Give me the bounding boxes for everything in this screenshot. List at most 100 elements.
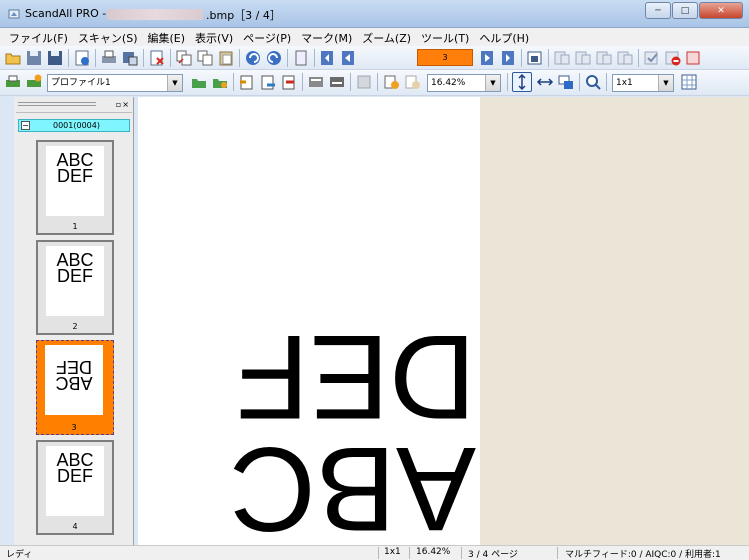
status-bar: レディ 1x1 16.42% 3 / 4 ページ マルチフィード:0 / AIQ… <box>0 545 749 560</box>
properties-icon[interactable] <box>73 49 91 67</box>
menu-help[interactable]: ヘルプ(H) <box>474 28 534 46</box>
split-icon[interactable] <box>307 73 325 91</box>
thumb-text-line2: DEF <box>57 166 93 186</box>
title-bar: ScandAll PRO - .bmp［3 / 4］ ─ □ ✕ <box>0 0 749 28</box>
zoom-select-value: 16.42% <box>431 78 466 88</box>
mark-icon-4[interactable] <box>616 49 634 67</box>
chevron-down-icon[interactable]: ▼ <box>167 75 182 91</box>
scan-to-folder-icon[interactable] <box>190 73 208 91</box>
copy-icon[interactable] <box>196 49 214 67</box>
ocr-icon[interactable] <box>355 73 373 91</box>
menu-scan[interactable]: スキャン(S) <box>73 28 143 46</box>
delete-page-icon[interactable] <box>148 49 166 67</box>
status-page: 3 / 4 ページ <box>468 550 518 560</box>
last-page-icon[interactable] <box>499 49 517 67</box>
scan-icon[interactable] <box>4 73 22 91</box>
merge-icon[interactable] <box>328 73 346 91</box>
zoom-in-page-icon[interactable] <box>382 73 400 91</box>
thumb-text-line1: ABC <box>55 373 93 393</box>
menu-page[interactable]: ページ(P) <box>238 28 296 46</box>
insert-page-icon[interactable] <box>238 73 256 91</box>
menu-edit[interactable]: 編集(E) <box>143 28 191 46</box>
cut-icon[interactable] <box>175 49 193 67</box>
window-title: ScandAll PRO - <box>25 7 107 20</box>
page-thumbnail-4[interactable]: ABC DEF 4 <box>36 440 114 535</box>
print-preview-icon[interactable] <box>121 49 139 67</box>
profile-select[interactable]: プロファイル1 ▼ <box>47 74 183 92</box>
close-button[interactable]: ✕ <box>699 2 743 19</box>
grid-view-icon[interactable] <box>680 73 698 91</box>
thumb-text-line2: DEF <box>57 466 93 486</box>
page-content-rotated: ABC DEF <box>229 310 476 545</box>
fit-height-icon[interactable] <box>512 72 532 92</box>
document-viewport[interactable]: ABC DEF <box>138 97 749 545</box>
magnifier-icon[interactable] <box>584 73 602 91</box>
minimize-button[interactable]: ─ <box>645 2 671 19</box>
menu-view[interactable]: 表示(V) <box>190 28 238 46</box>
thumb-page-number: 2 <box>72 322 78 331</box>
thumb-text-line2: DEF <box>56 357 92 377</box>
chevron-down-icon[interactable]: ▼ <box>485 75 500 91</box>
actual-size-icon[interactable] <box>557 73 575 91</box>
collapse-icon[interactable]: − <box>21 121 30 130</box>
open-folder-icon[interactable] <box>4 49 22 67</box>
redo-icon[interactable] <box>265 49 283 67</box>
next-page-icon[interactable] <box>478 49 496 67</box>
zoom-out-page-icon[interactable] <box>403 73 421 91</box>
menu-bar: ファイル(F) スキャン(S) 編集(E) 表示(V) ページ(P) マーク(M… <box>0 28 749 46</box>
save-icon[interactable] <box>25 49 43 67</box>
thumb-page-number: 1 <box>72 222 78 231</box>
redacted-filename <box>107 9 203 20</box>
status-counters: マルチフィード:0 / AIQC:0 / 利用者:1 <box>565 550 721 560</box>
thumbnail-panel: ▫× − 0001(0004) ABC DEF 1 ABC DEF 2 ABC DEF… <box>14 97 134 545</box>
save-as-icon[interactable] <box>46 49 64 67</box>
prev-page-icon[interactable] <box>339 49 357 67</box>
menu-mark[interactable]: マーク(M) <box>296 28 357 46</box>
main-toolbar: 3 <box>0 46 749 70</box>
replace-page-icon[interactable] <box>280 73 298 91</box>
menu-zoom[interactable]: ズーム(Z) <box>357 28 416 46</box>
paste-icon[interactable] <box>217 49 235 67</box>
layout-select-value: 1x1 <box>616 78 633 88</box>
mark-icon-1[interactable] <box>553 49 571 67</box>
layout-select[interactable]: 1x1 ▼ <box>612 74 674 92</box>
mark-icon-3[interactable] <box>595 49 613 67</box>
scan-to-app-icon[interactable] <box>211 73 229 91</box>
maximize-button[interactable]: □ <box>672 2 698 19</box>
page-thumbnail-3[interactable]: ABC DEF 3 <box>36 340 114 435</box>
scan-settings-icon[interactable] <box>25 73 43 91</box>
panel-controls[interactable]: ▫× <box>116 100 130 109</box>
fit-width-icon[interactable] <box>536 73 554 91</box>
mark-icon-2[interactable] <box>574 49 592 67</box>
first-page-icon[interactable] <box>318 49 336 67</box>
menu-file[interactable]: ファイル(F) <box>4 28 73 46</box>
status-layout: 1x1 <box>384 547 401 557</box>
window-title-suffix: .bmp［3 / 4］ <box>206 9 281 22</box>
status-text: レディ <box>6 550 33 560</box>
thumb-page-number: 4 <box>72 522 78 531</box>
page-thumbnail-2[interactable]: ABC DEF 2 <box>36 240 114 335</box>
group-label: 0001(0004) <box>53 121 100 130</box>
page-thumbnail-1[interactable]: ABC DEF 1 <box>36 140 114 235</box>
page-text-line2: DEF <box>236 310 476 444</box>
batch-group-bar[interactable]: − 0001(0004) <box>18 119 130 132</box>
append-page-icon[interactable] <box>259 73 277 91</box>
check-mark-icon[interactable] <box>643 49 661 67</box>
secondary-toolbar: プロファイル1 ▼ 16.42% ▼ 1x1 ▼ <box>0 70 749 96</box>
print-icon[interactable] <box>100 49 118 67</box>
undo-icon[interactable] <box>244 49 262 67</box>
grid-mark-icon[interactable] <box>685 49 703 67</box>
zoom-select[interactable]: 16.42% ▼ <box>427 74 501 92</box>
status-zoom: 16.42% <box>416 547 451 557</box>
chevron-down-icon[interactable]: ▼ <box>658 75 673 91</box>
profile-select-value: プロファイル1 <box>51 78 111 88</box>
document-page: ABC DEF <box>138 97 480 545</box>
page-text-line1: ABC <box>229 422 476 545</box>
goto-page-icon[interactable] <box>526 49 544 67</box>
menu-tools[interactable]: ツール(T) <box>416 28 474 46</box>
remove-mark-icon[interactable] <box>664 49 682 67</box>
thumb-page-number: 3 <box>71 423 77 432</box>
thumb-text-line2: DEF <box>57 266 93 286</box>
clipboard-icon[interactable] <box>292 49 310 67</box>
page-number-field[interactable]: 3 <box>417 49 473 66</box>
